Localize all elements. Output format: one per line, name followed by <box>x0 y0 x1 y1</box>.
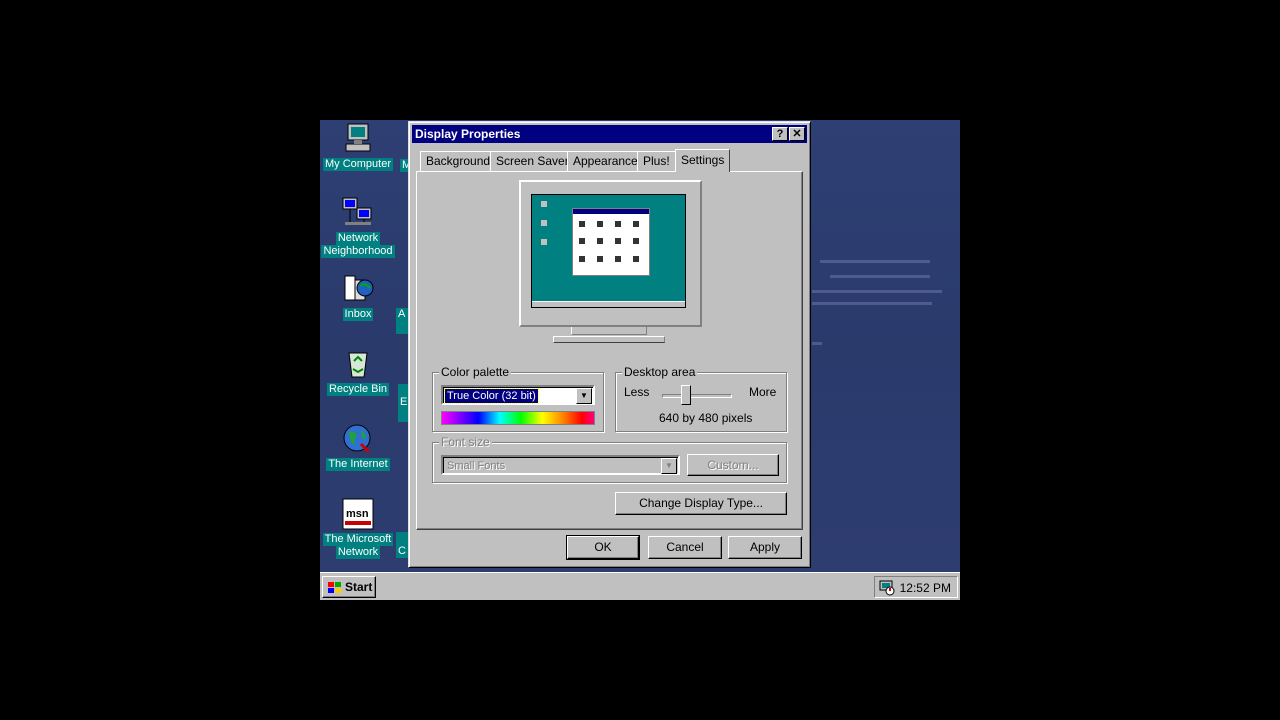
close-button[interactable]: ✕ <box>789 127 805 141</box>
background-artifact <box>830 275 930 278</box>
preview-desktop-icon <box>541 201 547 207</box>
preview-desktop-icon <box>541 220 547 226</box>
msn-icon: msn <box>341 497 375 531</box>
color-palette-select[interactable]: True Color (32 bit) ▼ <box>441 385 595 405</box>
desktop-icon-label: My Computer <box>322 158 394 171</box>
background-artifact <box>812 302 932 305</box>
desktop-icon-label: Recycle Bin <box>326 383 390 396</box>
desktop-icon-the-internet[interactable]: The Internet <box>320 422 396 471</box>
help-button[interactable]: ? <box>772 127 788 141</box>
color-spectrum-bar <box>441 411 595 425</box>
slider-more-label: More <box>749 385 777 399</box>
desktop-icon-label: Neighborhood <box>321 245 395 258</box>
settings-panel: Color palette True Color (32 bit) ▼ Desk… <box>416 171 803 530</box>
tab-settings[interactable]: Settings <box>675 149 731 172</box>
desktop-icon-label: Inbox <box>342 308 374 321</box>
desktop-icon-label: The Internet <box>326 458 390 471</box>
display-properties-window: Display Properties ? ✕ Background Screen… <box>408 121 811 568</box>
my-computer-icon <box>341 122 375 156</box>
chevron-down-icon[interactable]: ▼ <box>576 388 592 404</box>
start-label: Start <box>345 580 373 594</box>
title-bar[interactable]: Display Properties ? ✕ <box>412 125 807 143</box>
emulator-screen: My Computer Network Neighborhood Inbox R… <box>320 120 960 600</box>
window-title: Display Properties <box>415 127 521 141</box>
color-palette-group: Color palette True Color (32 bit) ▼ <box>432 365 604 432</box>
ok-button[interactable]: OK <box>566 535 640 560</box>
chevron-down-icon[interactable]: ▼ <box>661 458 677 474</box>
desktop-icon-recycle-bin[interactable]: Recycle Bin <box>320 347 396 396</box>
network-neighborhood-icon <box>341 196 375 230</box>
desktop[interactable]: My Computer Network Neighborhood Inbox R… <box>320 120 960 572</box>
tab-background[interactable]: Background <box>420 151 497 171</box>
preview-taskbar <box>532 301 685 307</box>
background-artifact <box>812 290 942 293</box>
resolution-label: 640 by 480 pixels <box>659 411 753 425</box>
inbox-icon <box>341 272 375 306</box>
preview-window <box>572 208 650 276</box>
system-tray: 12:52 PM <box>874 576 958 598</box>
taskbar-clock[interactable]: 12:52 PM <box>900 581 951 595</box>
background-artifact <box>820 260 930 263</box>
monitor-preview-screen <box>531 194 686 308</box>
display-settings-tray-icon[interactable] <box>879 580 895 596</box>
custom-font-button[interactable]: Custom... <box>687 454 779 476</box>
recycle-bin-icon <box>341 347 375 381</box>
desktop-area-slider-thumb[interactable] <box>681 385 691 405</box>
preview-desktop-icon <box>541 239 547 245</box>
background-artifact <box>812 342 822 345</box>
desktop-icon-inbox[interactable]: Inbox <box>320 272 396 321</box>
internet-globe-icon <box>341 422 375 456</box>
font-size-value: Small Fonts <box>447 460 506 472</box>
apply-button[interactable]: Apply <box>728 536 802 559</box>
svg-text:msn: msn <box>346 508 369 520</box>
desktop-icon-label: The Microsoft <box>322 533 394 546</box>
desktop-area-slider-track[interactable] <box>662 394 732 398</box>
desktop-icon-network-neighborhood[interactable]: Network Neighborhood <box>320 196 396 258</box>
tab-appearance[interactable]: Appearance <box>567 151 644 171</box>
color-palette-legend: Color palette <box>439 365 512 379</box>
start-button[interactable]: Start <box>322 576 376 598</box>
desktop-area-group: Desktop area Less More 640 by 480 pixels <box>615 365 787 432</box>
desktop-area-legend: Desktop area <box>622 365 698 379</box>
windows-logo-icon <box>327 580 342 593</box>
desktop-icon-microsoft-network[interactable]: msn The Microsoft Network <box>320 497 396 559</box>
font-size-group: Font size Small Fonts ▼ Custom... <box>432 435 787 483</box>
cancel-button[interactable]: Cancel <box>648 536 722 559</box>
desktop-icon-my-computer[interactable]: My Computer <box>320 122 396 171</box>
tab-plus[interactable]: Plus! <box>637 151 676 171</box>
slider-less-label: Less <box>624 385 650 399</box>
change-display-type-button[interactable]: Change Display Type... <box>615 492 787 515</box>
tab-screen-saver[interactable]: Screen Saver <box>490 151 575 171</box>
font-size-legend: Font size <box>439 435 492 449</box>
font-size-select[interactable]: Small Fonts ▼ <box>441 455 680 475</box>
desktop-icon-label: Network <box>335 546 381 559</box>
taskbar: Start 12:52 PM <box>320 572 960 600</box>
monitor-stand <box>553 327 665 343</box>
monitor-preview <box>519 180 702 327</box>
desktop-icon-label: Network <box>335 232 381 245</box>
color-palette-value: True Color (32 bit) <box>444 388 539 404</box>
